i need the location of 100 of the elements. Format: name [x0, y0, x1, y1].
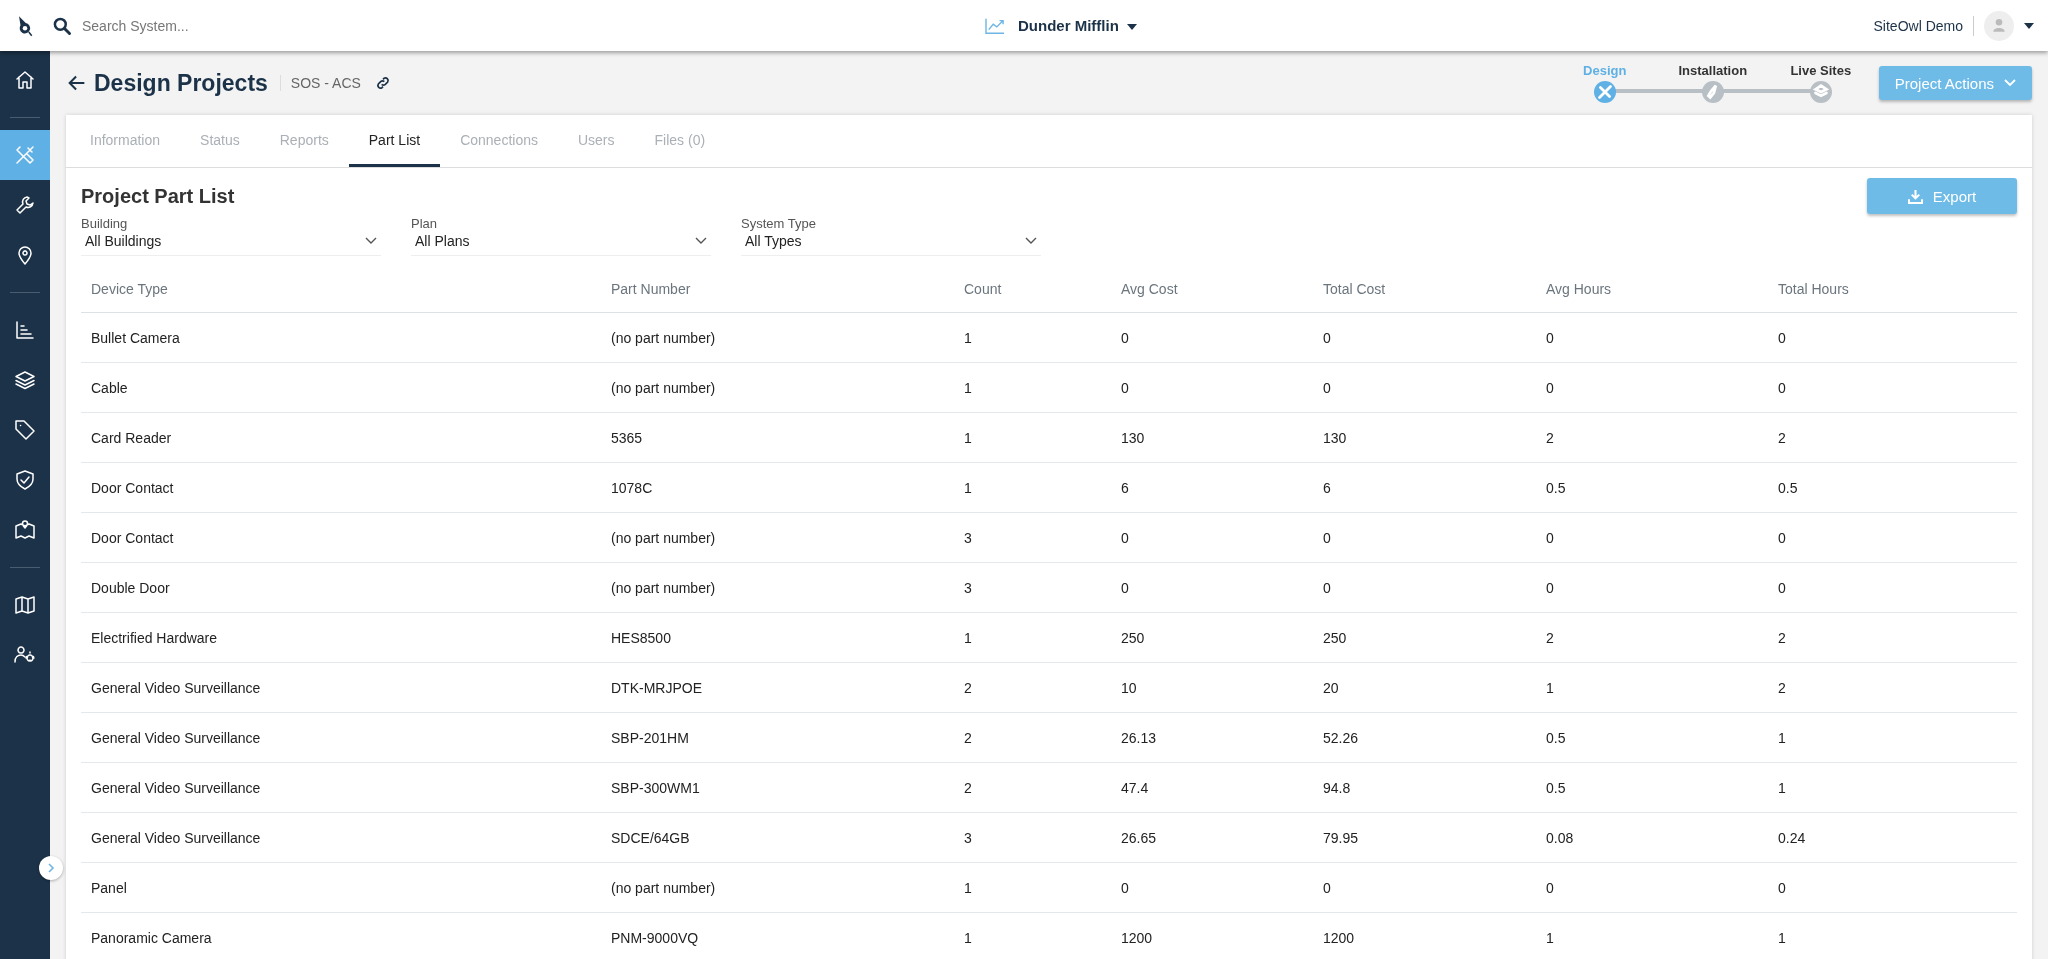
- table-cell-text: 2: [1777, 629, 1787, 646]
- tab[interactable]: Information: [70, 115, 181, 167]
- shield-check-icon: [13, 468, 37, 492]
- table-cell-text: 0: [1777, 379, 1787, 396]
- table-cell-text: 26.13: [1120, 729, 1158, 746]
- table-cell-text: 1: [963, 429, 973, 446]
- table-cell-text: 0: [1777, 879, 1787, 896]
- table-cell-text: 5365: [610, 429, 644, 446]
- table-cell-text: Door Contact: [90, 479, 175, 496]
- table-cell-text: 0: [1120, 879, 1130, 896]
- page-title: Design Projects: [94, 69, 268, 97]
- table-cell-text: 1: [1777, 929, 1787, 946]
- table-cell-text: 0: [1322, 529, 1332, 546]
- table-cell-text: DTK-MRJPOE: [610, 679, 703, 696]
- map-pin-icon: [13, 518, 37, 542]
- table-cell-text: 20: [1322, 679, 1340, 696]
- step-label: Live Sites: [1790, 63, 1852, 78]
- table-cell-text: 1078C: [610, 479, 654, 496]
- table-cell-text: 94.8: [1322, 779, 1352, 796]
- section-title: Project Part List: [81, 184, 235, 208]
- table-cell-text: 2: [1545, 429, 1555, 446]
- table-cell-text: Electrified Hardware: [90, 629, 219, 646]
- tab[interactable]: Connections: [440, 115, 558, 167]
- table-cell-text: SBP-201HM: [610, 729, 690, 746]
- filter-dropdown[interactable]: All Buildings: [81, 231, 381, 256]
- wrench-icon: [13, 193, 37, 217]
- column-header: Part Number: [610, 281, 692, 297]
- table-cell-text: 1: [1777, 729, 1787, 746]
- table-cell-text: SDCE/64GB: [610, 829, 691, 846]
- table-cell-text: 2: [1777, 429, 1787, 446]
- table-cell-text: 1: [963, 929, 973, 946]
- chevron-down-icon: [2004, 79, 2016, 87]
- column-header: Total Hours: [1777, 281, 1850, 297]
- chevron-down-icon: [365, 237, 377, 245]
- filter-dropdown[interactable]: All Plans: [411, 231, 711, 256]
- table-cell-text: 0: [1120, 329, 1130, 346]
- table-cell-text: (no part number): [610, 529, 717, 546]
- table-cell-text: 0.24: [1777, 829, 1807, 846]
- chart-icon: [13, 318, 37, 342]
- table-cell-text: 2: [1545, 629, 1555, 646]
- table-cell-text: 0: [1322, 879, 1332, 896]
- table-cell-text: General Video Surveillance: [90, 729, 262, 746]
- layers-icon: [13, 368, 37, 392]
- table-cell-text: 1: [1545, 679, 1555, 696]
- table-cell-text: 1200: [1322, 929, 1356, 946]
- table-cell-text: 1: [963, 379, 973, 396]
- table-cell-text: (no part number): [610, 879, 717, 896]
- table-cell-text: 1: [1545, 929, 1555, 946]
- tab[interactable]: Part List: [348, 115, 441, 167]
- trend-chart-icon: [984, 16, 1006, 35]
- table-cell-text: 0.5: [1545, 729, 1567, 746]
- table-cell-text: 6: [1120, 479, 1130, 496]
- company-dropdown[interactable]: Dunder Mifflin: [1018, 17, 1137, 34]
- filter-dropdown[interactable]: All Types: [741, 231, 1041, 256]
- download-icon: [1907, 188, 1923, 204]
- filter-label: System Type: [741, 216, 817, 231]
- table-cell-text: 52.26: [1322, 729, 1360, 746]
- project-actions-button[interactable]: Project Actions: [1878, 66, 2032, 100]
- table-cell-text: 1: [963, 629, 973, 646]
- table-cell-text: Door Contact: [90, 529, 175, 546]
- table-cell-text: 0: [1120, 529, 1130, 546]
- table-cell-text: Card Reader: [90, 429, 173, 446]
- table-cell-text: Double Door: [90, 579, 171, 596]
- expand-button[interactable]: [39, 856, 63, 880]
- chevron-down-icon: [695, 237, 707, 245]
- table-cell-text: General Video Surveillance: [90, 829, 262, 846]
- table-cell-text: 1: [963, 479, 973, 496]
- table-cell-text: 0.5: [1545, 779, 1567, 796]
- table-cell-text: Panoramic Camera: [90, 929, 213, 946]
- table-cell-text: 0: [1322, 579, 1332, 596]
- table-cell-text: 0: [1545, 879, 1555, 896]
- tab[interactable]: Files (0): [634, 115, 726, 167]
- column-header: Count: [963, 281, 1003, 297]
- table-cell-text: Panel: [90, 879, 128, 896]
- chevron-down-icon: [1025, 237, 1037, 245]
- table-cell-text: (no part number): [610, 329, 717, 346]
- table-cell-text: 26.65: [1120, 829, 1158, 846]
- step-label: Installation: [1678, 63, 1748, 78]
- tab[interactable]: Users: [557, 115, 635, 167]
- table-cell-text: 0: [1545, 329, 1555, 346]
- table-cell-text: 2: [963, 779, 973, 796]
- table-cell-text: 1200: [1120, 929, 1154, 946]
- table-cell-text: 0: [1545, 579, 1555, 596]
- export-button[interactable]: Export: [1867, 178, 2017, 214]
- table-cell-text: 79.95: [1322, 829, 1360, 846]
- tab[interactable]: Reports: [259, 115, 349, 167]
- tab[interactable]: Status: [180, 115, 260, 167]
- link-icon[interactable]: [374, 75, 391, 91]
- caret-icon[interactable]: [2024, 22, 2034, 29]
- project-name: SOS - ACS: [279, 75, 361, 91]
- table-cell-text: 3: [963, 529, 973, 546]
- tag-icon: [13, 418, 37, 442]
- table-cell-text: 250: [1120, 629, 1146, 646]
- step-label: Design: [1583, 63, 1627, 78]
- chevron-right-icon: [45, 862, 57, 874]
- table-cell-text: HES8500: [610, 629, 672, 646]
- table-cell-text: 0: [1322, 379, 1332, 396]
- table-cell-text: 0.5: [1545, 479, 1567, 496]
- filter-label: Plan: [411, 216, 439, 231]
- table-cell-text: 1: [1777, 779, 1787, 796]
